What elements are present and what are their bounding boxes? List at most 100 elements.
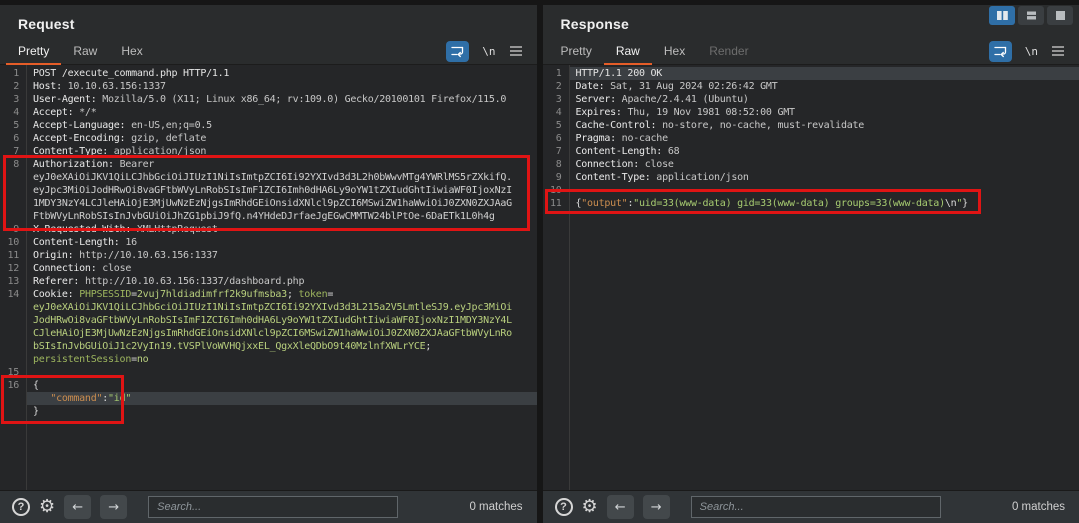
code-row: 12Connection: close	[0, 262, 537, 275]
line-number: 3	[543, 93, 569, 106]
tab-render[interactable]: Render	[697, 38, 760, 65]
code-row: }	[0, 405, 537, 418]
help-icon[interactable]: ?	[555, 498, 573, 516]
view-columns-button[interactable]	[989, 6, 1015, 25]
next-match-button[interactable]: →	[100, 495, 127, 519]
request-editor[interactable]: 1POST /execute_command.php HTTP/1.12Host…	[0, 65, 537, 490]
editor-menu-button[interactable]	[509, 45, 523, 57]
response-editor[interactable]: 1HTTP/1.1 200 OK2Date: Sat, 31 Aug 2024 …	[543, 65, 1079, 490]
code-row: 1HTTP/1.1 200 OK	[543, 67, 1079, 80]
code-row: 2Date: Sat, 31 Aug 2024 02:26:42 GMT	[543, 80, 1079, 93]
code-row: 10Content-Length: 16	[0, 236, 537, 249]
burp-repeater-view: Request PrettyRawHex \n 1POST /execute_c…	[0, 0, 1079, 523]
prev-match-button[interactable]: ←	[64, 495, 91, 519]
request-searchbar: ? ⚙ ← → 0 matches	[0, 490, 537, 523]
view-rows-button[interactable]	[1018, 6, 1044, 25]
code-row: 8Authorization: Bearer	[0, 158, 537, 171]
code-row: 3Server: Apache/2.4.41 (Ubuntu)	[543, 93, 1079, 106]
line-number	[0, 210, 26, 223]
editor-menu-button[interactable]	[1051, 45, 1065, 57]
response-match-count: 0 matches	[1012, 501, 1065, 513]
line-number	[0, 314, 26, 327]
code-row: 15	[0, 366, 537, 379]
line-number: 13	[0, 275, 26, 288]
prev-match-button[interactable]: ←	[607, 495, 634, 519]
line-number: 8	[543, 158, 569, 171]
tab-pretty[interactable]: Pretty	[6, 38, 61, 65]
code-row: 16{	[0, 379, 537, 392]
line-number: 11	[543, 197, 569, 210]
request-panel-title: Request	[18, 16, 529, 32]
line-number: 5	[0, 119, 26, 132]
response-searchbar: ? ⚙ ← → 0 matches	[543, 490, 1079, 523]
code-row: 9X-Requested-With: XMLHttpRequest	[0, 223, 537, 236]
line-number	[0, 171, 26, 184]
code-row: 3User-Agent: Mozilla/5.0 (X11; Linux x86…	[0, 93, 537, 106]
line-number: 3	[0, 93, 26, 106]
line-number: 7	[0, 145, 26, 158]
request-match-count: 0 matches	[469, 501, 522, 513]
code-row: 14Cookie: PHPSESSID=2vuj7hldiadimfrf2k9u…	[0, 288, 537, 301]
code-row: 11{"output":"uid=33(www-data) gid=33(www…	[543, 197, 1079, 210]
tab-pretty[interactable]: Pretty	[549, 38, 604, 65]
view-single-button[interactable]	[1047, 6, 1073, 25]
code-row: 2Host: 10.10.63.156:1337	[0, 80, 537, 93]
layout-switcher	[989, 6, 1073, 25]
gear-icon[interactable]: ⚙	[39, 498, 55, 516]
line-number: 5	[543, 119, 569, 132]
code-row: 7Content-Type: application/json	[0, 145, 537, 158]
code-row: FtbWVyLnRobSIsInJvbGUiOiJhZG1pbiJ9fQ.n4Y…	[0, 210, 537, 223]
show-newlines-toggle[interactable]: \n	[1025, 45, 1038, 58]
request-panel: Request PrettyRawHex \n 1POST /execute_c…	[0, 5, 537, 523]
line-number: 12	[0, 262, 26, 275]
tab-raw[interactable]: Raw	[61, 38, 109, 65]
response-editor-tools: \n	[989, 41, 1065, 62]
line-number	[0, 327, 26, 340]
request-search-input[interactable]	[148, 496, 398, 518]
response-panel: Response PrettyRawHexRender \n 1HTTP/1.1…	[543, 5, 1079, 523]
right-arrow-icon: →	[651, 500, 662, 515]
show-newlines-toggle[interactable]: \n	[482, 45, 495, 58]
hamburger-menu-icon	[509, 45, 523, 57]
line-number: 1	[0, 67, 26, 80]
line-number: 2	[543, 80, 569, 93]
line-number	[0, 405, 26, 418]
next-match-button[interactable]: →	[643, 495, 670, 519]
line-number	[0, 340, 26, 353]
hamburger-menu-icon	[1051, 45, 1065, 57]
help-icon[interactable]: ?	[12, 498, 30, 516]
tab-raw[interactable]: Raw	[604, 38, 652, 65]
code-row: 4Accept: */*	[0, 106, 537, 119]
gutter-divider	[26, 65, 27, 490]
code-row: 10	[543, 184, 1079, 197]
wrap-lines-toggle-button[interactable]	[446, 41, 469, 62]
line-number	[0, 392, 26, 405]
line-number: 6	[0, 132, 26, 145]
code-row: 7Content-Length: 68	[543, 145, 1079, 158]
line-number: 7	[543, 145, 569, 158]
code-row: eyJ0eXAiOiJKV1QiLCJhbGciOiJIUzI1NiIsImtp…	[0, 171, 537, 184]
line-number	[0, 301, 26, 314]
code-row: 9Content-Type: application/json	[543, 171, 1079, 184]
code-row: 5Cache-Control: no-store, no-cache, must…	[543, 119, 1079, 132]
code-row: 1POST /execute_command.php HTTP/1.1	[0, 67, 537, 80]
tab-hex[interactable]: Hex	[109, 38, 154, 65]
wrap-lines-icon	[993, 44, 1008, 58]
code-row: CJleHAiOjE3MjUwNzEzNjgsImRhdGEiOnsidXNlc…	[0, 327, 537, 340]
wrap-lines-toggle-button[interactable]	[989, 41, 1012, 62]
left-arrow-icon: ←	[615, 500, 626, 515]
tab-hex[interactable]: Hex	[652, 38, 697, 65]
rows-view-icon	[1025, 10, 1038, 21]
line-number: 4	[0, 106, 26, 119]
line-number: 4	[543, 106, 569, 119]
request-panel-header: Request	[0, 5, 537, 35]
response-search-input[interactable]	[691, 496, 941, 518]
gear-icon[interactable]: ⚙	[582, 498, 598, 516]
code-row: "command":"id"	[0, 392, 537, 405]
code-row: 6Pragma: no-cache	[543, 132, 1079, 145]
line-number: 9	[0, 223, 26, 236]
request-tabbar: PrettyRawHex \n	[0, 38, 537, 65]
code-row: 6Accept-Encoding: gzip, deflate	[0, 132, 537, 145]
code-row: JodHRwOi8vaGFtbWVyLnRobSIsImF1ZCI6Imh0dH…	[0, 314, 537, 327]
code-row: 13Referer: http://10.10.63.156:1337/dash…	[0, 275, 537, 288]
